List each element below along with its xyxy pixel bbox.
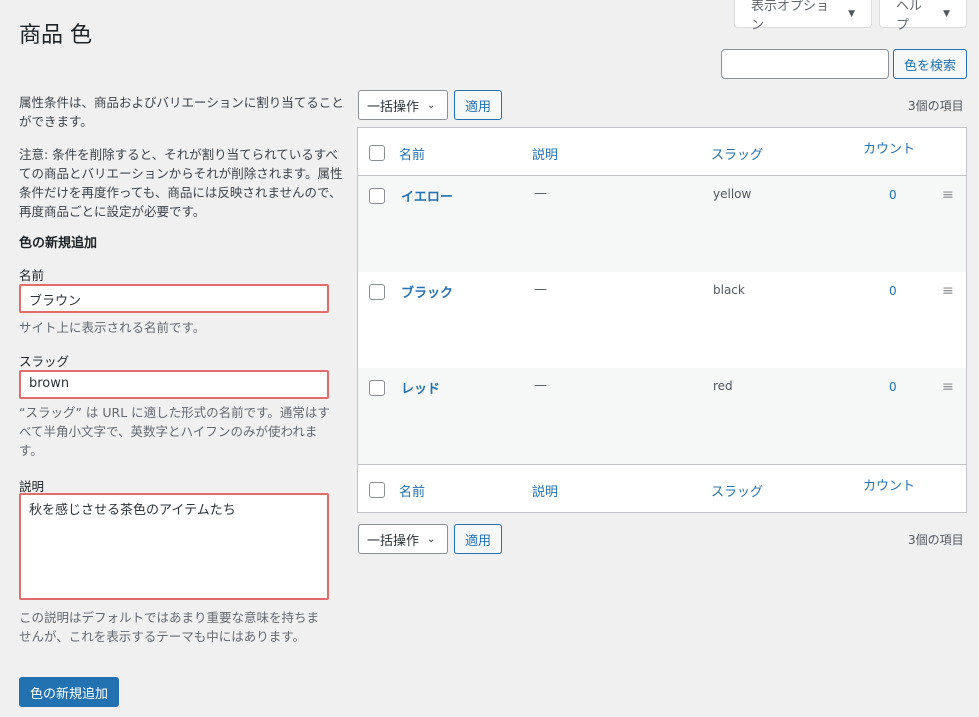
column-count[interactable]: カウント [863,138,915,157]
term-name-link[interactable]: ブラック [401,282,453,301]
column-count-footer[interactable]: カウント [863,475,915,494]
bulk-action-select-bottom[interactable]: 一括操作 ⌄ [358,524,448,554]
row-checkbox[interactable] [369,380,385,396]
term-slug: black [713,283,745,297]
chevron-down-icon: ⌄ [427,99,436,111]
select-all-checkbox-footer[interactable] [369,482,385,498]
bulk-action-label: 一括操作 [367,533,420,549]
description-textarea[interactable]: 秋を感じさせる茶色のアイテムたち [19,493,329,600]
column-name[interactable]: 名前 [399,144,425,163]
page-title: 商品 色 [19,23,92,48]
row-checkbox[interactable] [369,188,385,204]
bulk-action-label: 一括操作 [367,99,420,115]
drag-handle-icon[interactable]: ≡ [942,188,954,202]
help-button[interactable]: ヘルプ ▼ [879,0,967,33]
form-intro: 属性条件は、商品およびバリエーションに割り当てることができます。 [19,95,344,129]
term-count-link[interactable]: 0 [889,188,897,202]
table-header: 名前 説明 スラッグ カウント [358,128,966,176]
term-count-link[interactable]: 0 [889,380,897,394]
chevron-down-icon: ⌄ [427,533,436,545]
bulk-action-select-top[interactable]: 一括操作 ⌄ [358,90,448,120]
description-help: この説明はデフォルトではあまり重要な意味を持ちませんが、これを表示するテーマも中… [19,610,320,644]
item-count-bottom: 3個の項目 [908,533,964,547]
add-new-color-button[interactable]: 色の新規追加 [19,677,119,707]
column-name-footer[interactable]: 名前 [399,481,425,500]
name-field[interactable]: ブラウン [19,284,329,313]
select-all-checkbox[interactable] [369,145,385,161]
term-description: — [534,186,547,201]
term-slug: yellow [713,187,752,201]
table-row: ブラック — black 0 ≡ [358,272,966,368]
triangle-down-icon: ▼ [848,8,855,19]
help-label: ヘルプ [896,0,923,33]
drag-handle-icon[interactable]: ≡ [942,284,954,298]
column-slug-footer[interactable]: スラッグ [711,481,763,500]
name-help: サイト上に表示される名前です。 [19,320,206,335]
form-note: 注意: 条件を削除すると、それが割り当てられているすべての商品とバリエーションか… [19,147,343,219]
form-heading: 色の新規追加 [19,236,98,251]
terms-table: 名前 説明 スラッグ カウント イエロー — yellow 0 ≡ ブラック —… [357,127,967,513]
screen-options-button[interactable]: 表示オプション ▼ [734,0,872,33]
term-name-link[interactable]: イエロー [401,186,453,205]
table-footer: 名前 説明 スラッグ カウント [358,464,966,512]
search-button[interactable]: 色を検索 [893,49,967,79]
table-row: レッド — red 0 ≡ [358,368,966,464]
search-input[interactable] [721,49,889,79]
term-description: — [534,282,547,297]
slug-field[interactable]: brown [19,370,329,399]
column-description[interactable]: 説明 [532,144,558,163]
row-checkbox[interactable] [369,284,385,300]
screen-options-label: 表示オプション [751,0,830,33]
column-slug[interactable]: スラッグ [711,144,763,163]
table-row: イエロー — yellow 0 ≡ [358,176,966,272]
term-slug: red [713,379,733,393]
triangle-down-icon: ▼ [943,8,950,19]
item-count-top: 3個の項目 [908,99,964,113]
term-description: — [534,378,547,393]
apply-button-top[interactable]: 適用 [454,90,502,120]
column-description-footer[interactable]: 説明 [532,481,558,500]
name-label: 名前 [19,268,45,283]
slug-label: スラッグ [19,354,70,369]
apply-button-bottom[interactable]: 適用 [454,524,502,554]
slug-help: “スラッグ” は URL に適した形式の名前です。通常はすべて半角小文字で、英数… [19,405,330,458]
drag-handle-icon[interactable]: ≡ [942,380,954,394]
term-name-link[interactable]: レッド [401,378,440,397]
term-count-link[interactable]: 0 [889,284,897,298]
